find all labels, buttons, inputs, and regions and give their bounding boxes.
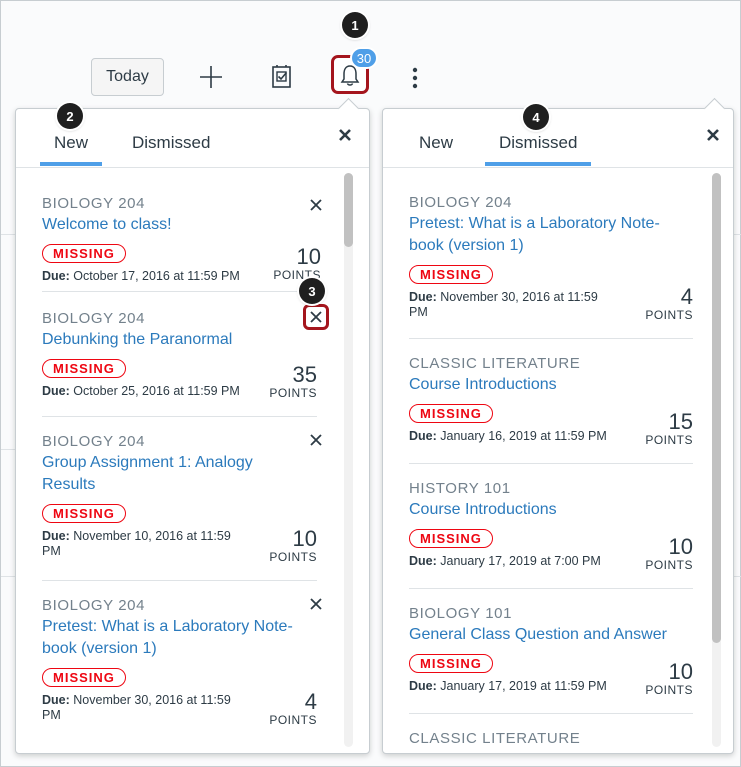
missing-badge: MISSING: [409, 529, 493, 548]
dismiss-icon[interactable]: [307, 595, 325, 613]
tab-dismissed[interactable]: Dismissed: [132, 133, 210, 163]
course-name: BIOLOGY 204: [42, 310, 146, 327]
notifications-panel-new: New Dismissed BIOLOGY 204 Welcome to cla…: [15, 108, 370, 754]
due-date: Due: November 30, 2016 at 11:59 PM: [409, 290, 598, 319]
list-item[interactable]: CLASSIC LITERATURE: [409, 714, 693, 753]
list-item[interactable]: BIOLOGY 101 General Class Question and A…: [409, 589, 693, 714]
due-date: Due: November 10, 2016 at 11:59 PM: [42, 529, 231, 558]
points: 10 POINTS: [273, 244, 321, 283]
list-item[interactable]: BIOLOGY 204 Debunking the Paranormal MIS…: [42, 292, 329, 417]
dismiss-icon[interactable]: [303, 304, 329, 330]
plus-icon[interactable]: [196, 62, 226, 92]
today-button[interactable]: Today: [91, 58, 164, 96]
list-item[interactable]: CLASSIC LITERATURE Course Introductions …: [409, 339, 693, 464]
tab-new[interactable]: New: [419, 133, 453, 163]
course-name: BIOLOGY 204: [42, 597, 146, 614]
list-item[interactable]: BIOLOGY 204 Pretest: What is a Laborator…: [42, 581, 322, 751]
course-name: BIOLOGY 204: [409, 194, 513, 211]
scrollbar[interactable]: [712, 173, 721, 747]
course-name: BIOLOGY 204: [42, 195, 146, 212]
course-name: BIOLOGY 101: [409, 605, 513, 622]
dismiss-icon[interactable]: [307, 431, 325, 449]
course-name: HISTORY 101: [409, 480, 511, 497]
assignment-link[interactable]: Debunking the Paranormal: [42, 329, 317, 351]
assignment-link[interactable]: Course Introductions: [409, 499, 693, 521]
background-line: [1, 234, 16, 235]
dismiss-icon[interactable]: [307, 196, 325, 214]
close-icon[interactable]: [703, 125, 723, 145]
assignment-link[interactable]: General Class Question and Answer: [409, 624, 693, 646]
callout-2: 2: [57, 103, 83, 129]
course-name: CLASSIC LITERATURE: [409, 355, 581, 372]
points: 15 POINTS: [645, 409, 693, 448]
points: 10 POINTS: [645, 659, 693, 698]
notification-list: BIOLOGY 204 Pretest: What is a Laborator…: [383, 168, 733, 753]
missing-badge: MISSING: [42, 244, 126, 263]
background-line: [1, 449, 16, 450]
scrollbar-thumb[interactable]: [344, 173, 353, 247]
points: 4 POINTS: [645, 284, 693, 323]
tab-bar: New Dismissed: [383, 109, 733, 168]
background-line: [1, 576, 16, 577]
assignment-link[interactable]: Group Assignment 1: Analogy Results: [42, 452, 282, 496]
list-item[interactable]: BIOLOGY 204 Pretest: What is a Laborator…: [409, 168, 693, 339]
list-item[interactable]: BIOLOGY 204 Group Assignment 1: Analogy …: [42, 417, 322, 581]
list-item[interactable]: HISTORY 101 Course Introductions MISSING…: [409, 464, 693, 589]
missing-badge: MISSING: [409, 654, 493, 673]
background-line: [733, 576, 741, 577]
course-name: BIOLOGY 204: [42, 433, 146, 450]
checklist-icon[interactable]: [268, 63, 296, 91]
assignment-link[interactable]: Course Introductions: [409, 374, 693, 396]
course-name: CLASSIC LITERATURE: [409, 730, 581, 747]
missing-badge: MISSING: [42, 668, 126, 687]
scrollbar-thumb[interactable]: [712, 173, 721, 643]
notifications-panel-dismissed: New Dismissed BIOLOGY 204 Pretest: What …: [382, 108, 734, 754]
callout-4: 4: [523, 104, 549, 130]
points: 10 POINTS: [269, 526, 317, 565]
assignment-link[interactable]: Welcome to class!: [42, 214, 317, 236]
kebab-icon[interactable]: [405, 64, 425, 92]
missing-badge: MISSING: [409, 404, 493, 423]
missing-badge: MISSING: [42, 504, 126, 523]
points: 35 POINTS: [269, 362, 317, 401]
missing-badge: MISSING: [42, 359, 126, 378]
background-line: [733, 234, 741, 235]
notification-count-badge: 30: [350, 47, 378, 69]
due-date: Due: November 30, 2016 at 11:59 PM: [42, 693, 231, 722]
assignment-link[interactable]: Pretest: What is a Laboratory Note-book …: [409, 213, 693, 257]
tab-new[interactable]: New: [39, 133, 103, 166]
scrollbar[interactable]: [344, 173, 353, 747]
close-icon[interactable]: [335, 125, 355, 145]
notification-list: BIOLOGY 204 Welcome to class! MISSING Du…: [16, 168, 369, 753]
points: 10 POINTS: [645, 534, 693, 573]
list-item[interactable]: BIOLOGY 204 Welcome to class! MISSING Du…: [42, 168, 322, 292]
assignment-link[interactable]: Pretest: What is a Laboratory Note-book …: [42, 616, 322, 660]
tab-dismissed[interactable]: Dismissed: [484, 133, 592, 166]
callout-1: 1: [342, 12, 368, 38]
missing-badge: MISSING: [409, 265, 493, 284]
points: 4 POINTS: [269, 689, 317, 728]
callout-3: 3: [299, 278, 325, 304]
